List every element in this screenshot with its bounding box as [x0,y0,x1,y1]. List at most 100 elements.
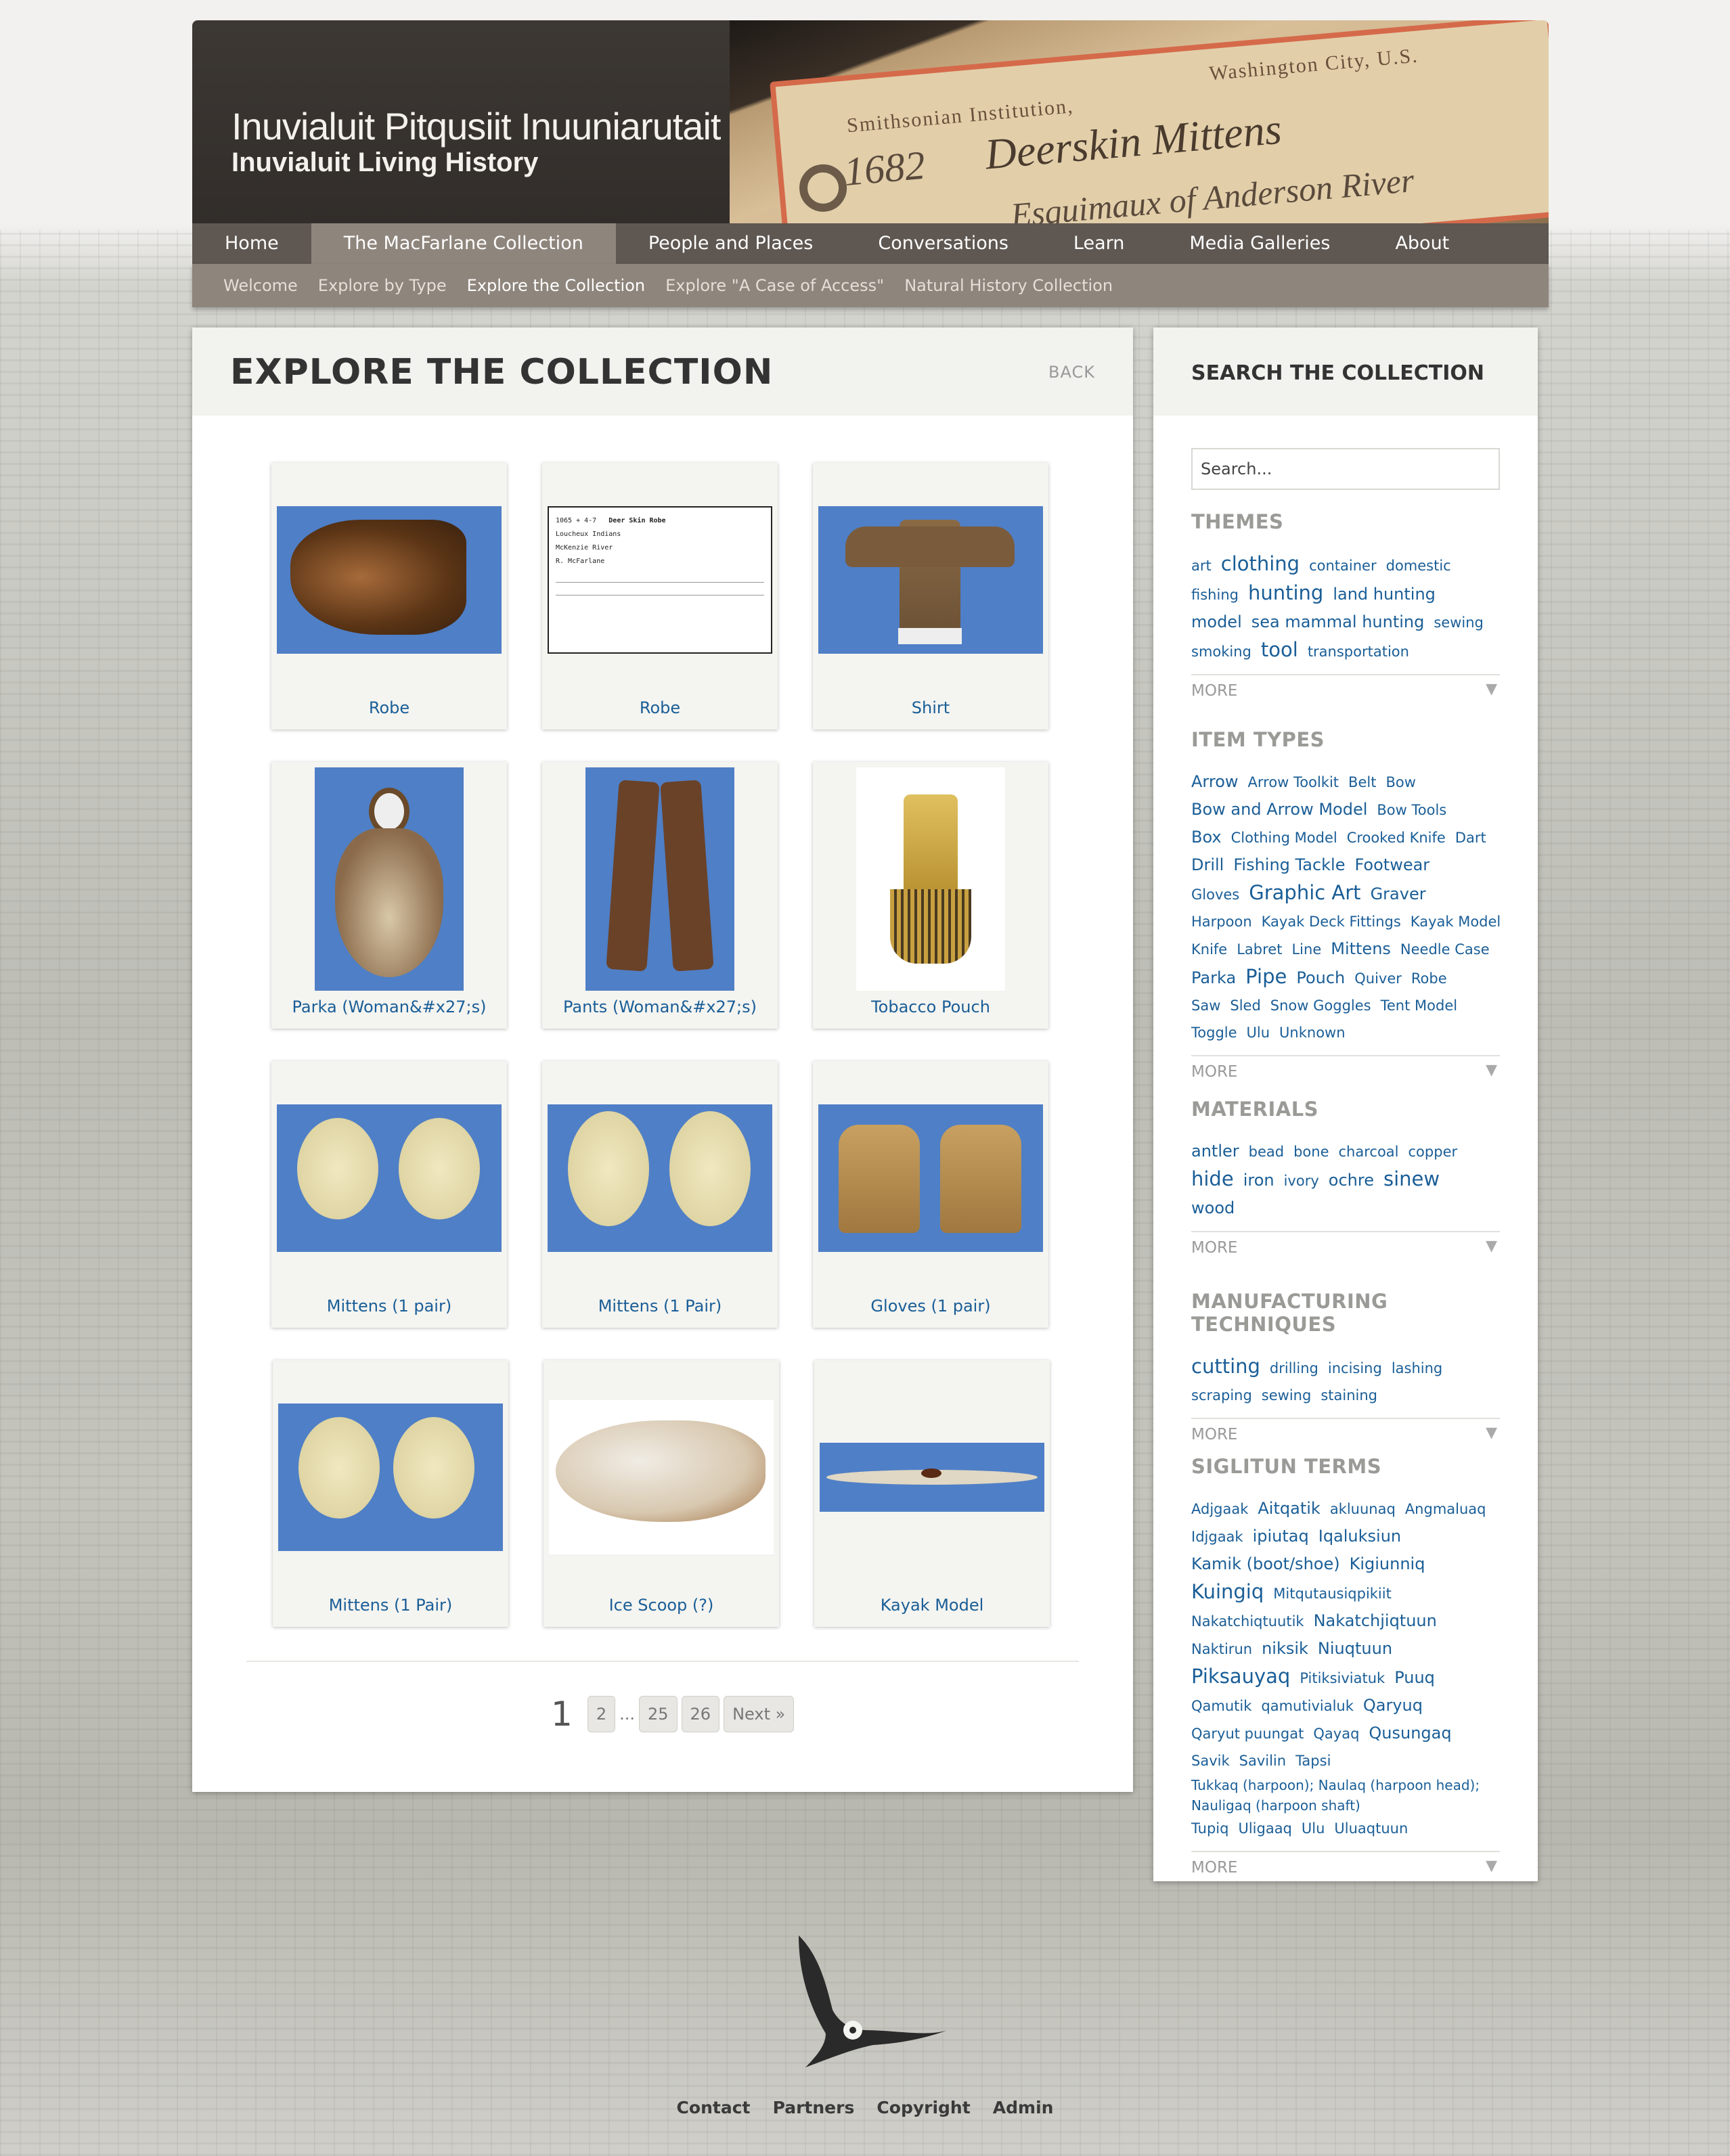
tag-link[interactable]: Bow Tools [1377,802,1446,818]
tag-link[interactable]: Savilin [1239,1753,1286,1769]
item-thumbnail[interactable] [277,468,502,692]
nav-people-and-places[interactable]: People and Places [616,223,846,264]
tag-link[interactable]: clothing [1221,552,1300,575]
tag-link[interactable]: Toggle [1191,1025,1237,1041]
nav-home[interactable]: Home [192,223,311,264]
tag-link[interactable]: akluunaq [1330,1501,1396,1517]
tag-link[interactable]: tool [1261,638,1298,661]
tag-link[interactable]: incising [1328,1360,1382,1376]
item-thumbnail[interactable] [818,1066,1043,1290]
collection-item-card[interactable]: Robe [271,463,507,729]
tag-link[interactable]: Kamik (boot/shoe) [1191,1554,1340,1573]
tag-link[interactable]: transportation [1308,644,1409,660]
tag-link[interactable]: bead [1249,1144,1284,1160]
tag-link[interactable]: container [1309,558,1377,574]
tag-link[interactable]: Qamutik [1191,1698,1251,1714]
tag-link[interactable]: sea mammal hunting [1251,612,1425,631]
item-label[interactable]: Parka (Woman&#x27;s) [271,997,507,1016]
tag-link[interactable]: charcoal [1339,1144,1399,1160]
tag-link[interactable]: Unknown [1279,1025,1345,1041]
tag-link[interactable]: hide [1191,1167,1234,1190]
collection-item-card[interactable]: Parka (Woman&#x27;s) [271,762,507,1029]
tag-link[interactable]: Bow and Arrow Model [1191,800,1367,819]
item-thumbnail[interactable]: 1065 + 4-7 Deer Skin Robe Loucheux India… [548,468,772,692]
item-thumbnail[interactable] [549,1366,774,1589]
tag-link[interactable]: Gloves [1191,886,1239,903]
themes-more-toggle[interactable]: MORE ▼ [1191,674,1500,700]
pagination-page[interactable]: 2 [587,1696,616,1732]
tag-link[interactable]: Kayak Model [1411,914,1501,930]
tag-link[interactable]: Tukkaq (harpoon); Naulaq (harpoon head);… [1191,1775,1490,1816]
item-label[interactable]: Gloves (1 pair) [813,1297,1048,1316]
tag-link[interactable]: ivory [1284,1173,1319,1189]
collection-item-card[interactable]: Shirt [813,463,1048,729]
tag-link[interactable]: Savik [1191,1753,1230,1769]
tag-link[interactable]: drilling [1270,1360,1318,1376]
tag-link[interactable]: Mitqutausiqpikiit [1273,1586,1392,1602]
tag-link[interactable]: Needle Case [1400,941,1490,958]
pagination-page[interactable]: 25 [638,1696,678,1732]
subnav-case-of-access[interactable]: Explore "A Case of Access" [665,264,884,307]
subnav-explore-by-type[interactable]: Explore by Type [318,264,447,307]
tag-link[interactable]: hunting [1248,581,1323,604]
tag-link[interactable]: Nakatchiqtuutik [1191,1613,1304,1630]
footer-contact-link[interactable]: Contact [677,2098,751,2117]
tag-link[interactable]: sinew [1383,1167,1440,1190]
techniques-more-toggle[interactable]: MORE ▼ [1191,1418,1500,1443]
item-label[interactable]: Pants (Woman&#x27;s) [542,997,778,1016]
tag-link[interactable]: Tapsi [1295,1753,1331,1769]
tag-link[interactable]: Puuq [1394,1668,1435,1687]
item-label[interactable]: Mittens (1 Pair) [273,1596,508,1615]
tag-link[interactable]: antler [1191,1142,1239,1161]
tag-link[interactable]: Graphic Art [1249,881,1360,904]
tag-link[interactable]: art [1191,558,1212,574]
nav-about[interactable]: About [1362,223,1482,264]
tag-link[interactable]: Crooked Knife [1347,830,1446,846]
tag-link[interactable]: bone [1293,1144,1329,1160]
tag-link[interactable]: iron [1243,1171,1274,1190]
tag-link[interactable]: niksik [1262,1639,1308,1658]
tag-link[interactable]: Qayaq [1313,1726,1359,1742]
tag-link[interactable]: Graver [1371,884,1426,903]
item-label[interactable]: Mittens (1 pair) [271,1297,507,1316]
tag-link[interactable]: domestic [1386,558,1451,574]
tag-link[interactable]: Adjgaak [1191,1501,1248,1517]
tag-link[interactable]: Knife [1191,941,1227,958]
tag-link[interactable]: Iqaluksiun [1318,1527,1401,1546]
tag-link[interactable]: fishing [1191,587,1239,603]
tag-link[interactable]: smoking [1191,644,1251,660]
item-label[interactable]: Ice Scoop (?) [544,1596,779,1615]
tag-link[interactable]: scraping [1191,1387,1252,1403]
tag-link[interactable]: Snow Goggles [1270,997,1371,1014]
tag-link[interactable]: Dart [1455,830,1486,846]
tag-link[interactable]: copper [1409,1144,1458,1160]
subnav-explore-collection[interactable]: Explore the Collection [467,264,645,307]
tag-link[interactable]: Qaryuq [1363,1696,1423,1715]
tag-link[interactable]: Ulu [1302,1820,1325,1837]
tag-link[interactable]: Pitiksiviatuk [1300,1670,1385,1686]
tag-link[interactable]: wood [1191,1198,1235,1217]
tag-link[interactable]: Angmaluaq [1405,1501,1486,1517]
collection-item-card[interactable]: Kayak Model [814,1360,1050,1627]
tag-link[interactable]: model [1191,612,1242,631]
tag-link[interactable]: Sled [1230,997,1260,1014]
item-thumbnail[interactable] [818,767,1043,991]
nav-macfarlane-collection[interactable]: The MacFarlane Collection [311,223,616,264]
tag-link[interactable]: Belt [1348,774,1376,790]
pagination-next[interactable]: Next » [724,1696,795,1732]
item-thumbnail[interactable] [278,1366,503,1589]
tag-link[interactable]: Idjgaak [1191,1529,1243,1545]
tag-link[interactable]: qamutivialuk [1261,1698,1353,1714]
item-label[interactable]: Robe [542,698,778,717]
tag-link[interactable]: Pipe [1245,965,1287,988]
tag-link[interactable]: Nakatchjiqtuun [1314,1611,1437,1630]
tag-link[interactable]: Clothing Model [1231,830,1337,846]
tag-link[interactable]: land hunting [1333,585,1436,604]
back-link[interactable]: BACK [1048,363,1095,382]
item-label[interactable]: Tobacco Pouch [813,997,1048,1016]
tag-link[interactable]: Footwear [1354,855,1429,874]
item-thumbnail[interactable] [548,1066,772,1290]
tag-link[interactable]: Niuqtuun [1318,1639,1392,1658]
item-label[interactable]: Shirt [813,698,1048,717]
tag-link[interactable]: Naktirun [1191,1641,1252,1657]
